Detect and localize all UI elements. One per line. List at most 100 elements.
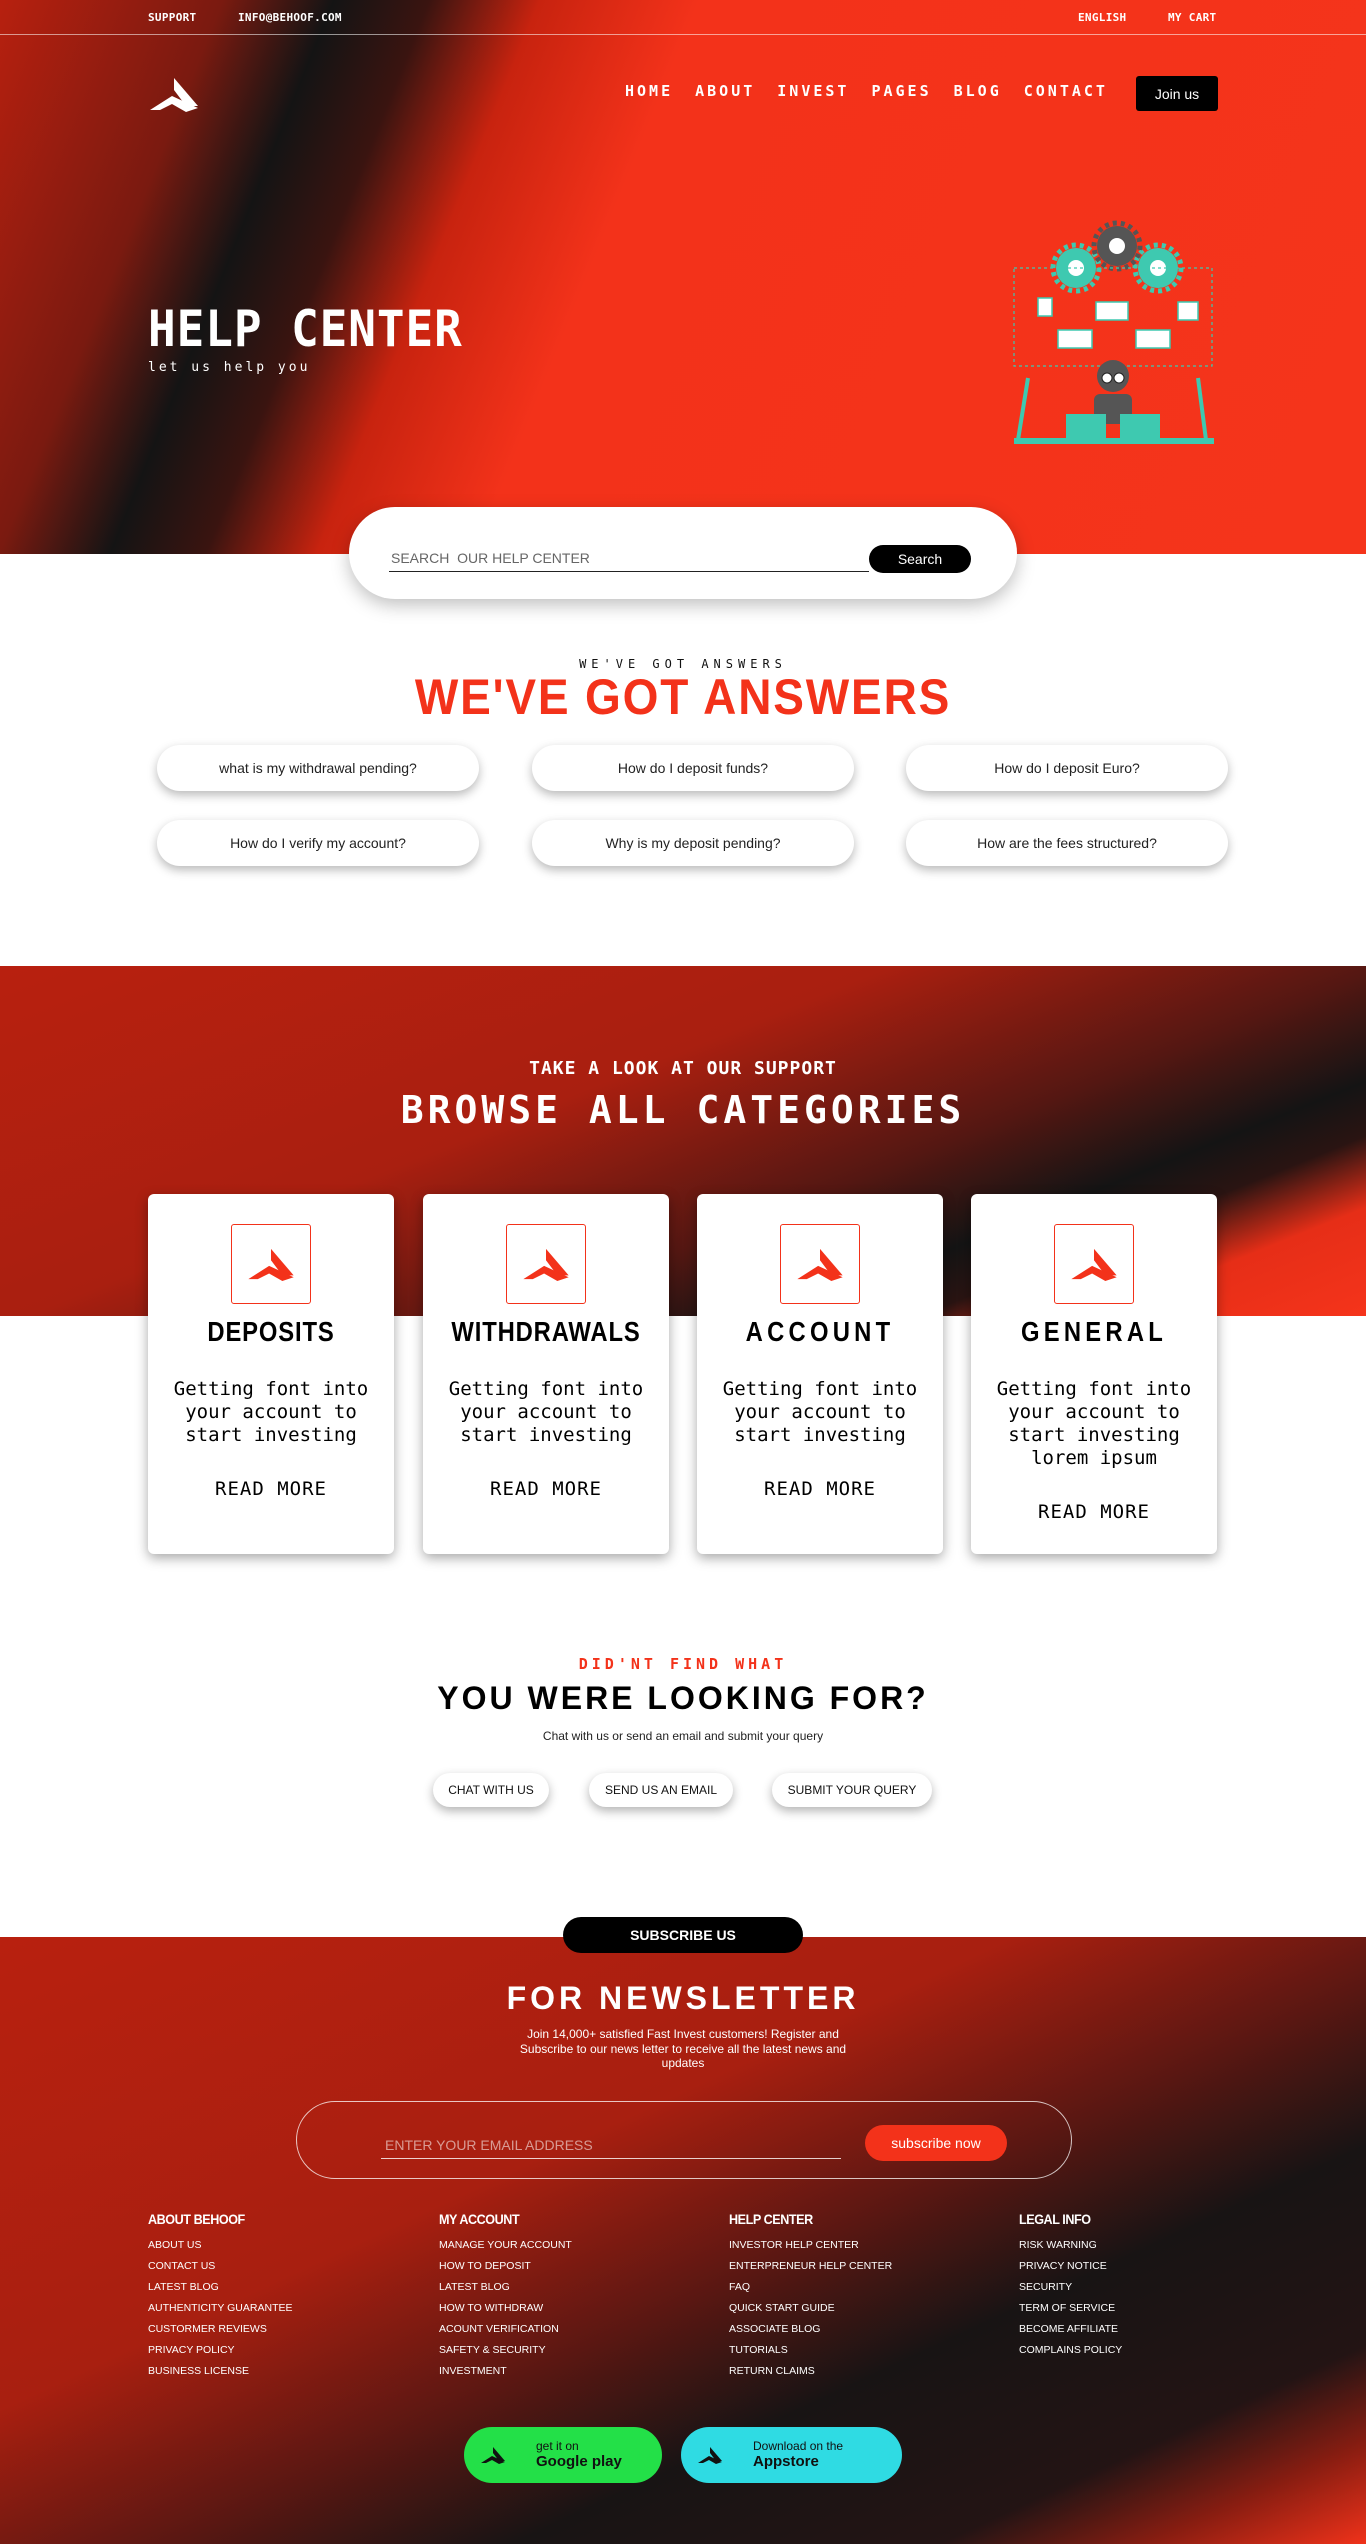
faq-question[interactable]: How do I verify my account? (157, 820, 479, 866)
behoof-logo-icon (248, 1248, 294, 1281)
main-nav: HOME ABOUT INVEST PAGES BLOG CONTACT (625, 82, 1130, 100)
footer-column-title: MY ACCOUNT (439, 2211, 520, 2227)
read-more-link[interactable]: READ MORE (148, 1478, 394, 1500)
category-icon-frame (780, 1224, 860, 1304)
search-button[interactable]: Search (869, 545, 971, 573)
faq-question[interactable]: How do I deposit funds? (532, 745, 854, 791)
footer-link[interactable]: BECOME AFFILIATE (1019, 2319, 1122, 2340)
footer-link[interactable]: BUSINESS LICENSE (148, 2361, 293, 2382)
behoof-logo-icon[interactable] (148, 76, 200, 112)
newsletter-form: subscribe now (296, 2101, 1072, 2179)
faq-question[interactable]: Why is my deposit pending? (532, 820, 854, 866)
read-more-link[interactable]: READ MORE (697, 1478, 943, 1500)
store-small-text: get it on (536, 2438, 579, 2453)
top-bar: SUPPORT INFO@BEHOOF.COM ENGLISH MY CART (0, 0, 1366, 35)
app-store-button[interactable]: Download on the Appstore (681, 2427, 902, 2483)
footer-link[interactable]: FAQ (729, 2277, 892, 2298)
nav-about[interactable]: ABOUT (695, 82, 755, 100)
categories-title: BROWSE ALL CATEGORIES (400, 1088, 966, 1132)
footer-column-title: ABOUT BEHOOF (148, 2211, 245, 2227)
footer-link[interactable]: MANAGE YOUR ACCOUNT (439, 2235, 572, 2256)
footer-link[interactable]: HOW TO WITHDRAW (439, 2298, 572, 2319)
footer-link[interactable]: CUSTORMER REVIEWS (148, 2319, 293, 2340)
chat-with-us-button[interactable]: CHAT WITH US (433, 1773, 549, 1807)
footer-column-help: HELP CENTER INVESTOR HELP CENTER ENTERPR… (729, 2211, 892, 2382)
category-description: Getting font into your account to start … (996, 1378, 1192, 1469)
category-title: WITHDRAWALS (451, 1316, 641, 1347)
category-title: DEPOSITS (207, 1316, 335, 1347)
category-card-general[interactable]: GENERAL Getting font into your account t… (971, 1194, 1217, 1554)
category-icon-frame (506, 1224, 586, 1304)
footer-link[interactable]: PRIVACY POLICY (148, 2340, 293, 2361)
footer-column-title: LEGAL INFO (1019, 2211, 1091, 2227)
footer-link[interactable]: ENTERPRENEUR HELP CENTER (729, 2256, 892, 2277)
store-small-text: Download on the (753, 2438, 844, 2453)
footer-column-account: MY ACCOUNT MANAGE YOUR ACCOUNT HOW TO DE… (439, 2211, 572, 2382)
read-more-link[interactable]: READ MORE (971, 1501, 1217, 1523)
store-name: Appstore (753, 2452, 819, 2470)
nav-invest[interactable]: INVEST (777, 82, 849, 100)
footer-link[interactable]: ASSOCIATE BLOG (729, 2319, 892, 2340)
footer-link[interactable]: RETURN CLAIMS (729, 2361, 892, 2382)
send-email-button[interactable]: SEND US AN EMAIL (589, 1773, 733, 1807)
footer-link[interactable]: CONTACT US (148, 2256, 293, 2277)
footer-link[interactable]: RISK WARNING (1019, 2235, 1122, 2256)
join-us-button[interactable]: Join us (1136, 76, 1218, 111)
subscribe-badge: SUBSCRIBE US (563, 1917, 803, 1953)
search-input[interactable] (389, 544, 869, 572)
footer-link[interactable]: TERM OF SERVICE (1019, 2298, 1122, 2319)
support-agent-illustration (1013, 220, 1214, 444)
footer-link[interactable]: TUTORIALS (729, 2340, 892, 2361)
category-description: Getting font into your account to start … (448, 1378, 644, 1446)
footer-link[interactable]: INVESTMENT (439, 2361, 572, 2382)
category-description: Getting font into your account to start … (173, 1378, 369, 1446)
footer-link[interactable]: ACOUNT VERIFICATION (439, 2319, 572, 2340)
category-card-withdrawals[interactable]: WITHDRAWALS Getting font into your accou… (423, 1194, 669, 1554)
nav-pages[interactable]: PAGES (871, 82, 931, 100)
footer-link[interactable]: LATEST BLOG (439, 2277, 572, 2298)
newsletter-description: Join 14,000+ satisfied Fast Invest custo… (519, 2027, 847, 2070)
hero-section: SUPPORT INFO@BEHOOF.COM ENGLISH MY CART … (0, 0, 1366, 554)
cart-link[interactable]: MY CART (1168, 11, 1216, 24)
footer-link[interactable]: SAFETY & SECURITY (439, 2340, 572, 2361)
category-card-deposits[interactable]: DEPOSITS Getting font into your account … (148, 1194, 394, 1554)
footer-link[interactable]: QUICK START GUIDE (729, 2298, 892, 2319)
not-found-title: YOU WERE LOOKING FOR? (437, 1680, 929, 1716)
nav-home[interactable]: HOME (625, 82, 673, 100)
category-title: ACCOUNT (745, 1316, 895, 1347)
footer-link[interactable]: SECURITY (1019, 2277, 1122, 2298)
category-card-account[interactable]: ACCOUNT Getting font into your account t… (697, 1194, 943, 1554)
faq-question[interactable]: what is my withdrawal pending? (157, 745, 479, 791)
footer-link[interactable]: AUTHENTICITY GUARANTEE (148, 2298, 293, 2319)
not-found-eyebrow: DID'NT FIND WHAT (578, 1655, 788, 1673)
categories-eyebrow: TAKE A LOOK AT OUR SUPPORT (529, 1058, 837, 1079)
faq-question[interactable]: How do I deposit Euro? (906, 745, 1228, 791)
footer-link[interactable]: PRIVACY NOTICE (1019, 2256, 1122, 2277)
footer-link[interactable]: LATEST BLOG (148, 2277, 293, 2298)
nav-contact[interactable]: CONTACT (1024, 82, 1108, 100)
google-play-button[interactable]: get it on Google play (464, 2427, 662, 2483)
faq-question[interactable]: How are the fees structured? (906, 820, 1228, 866)
answers-title: WE'VE GOT ANSWERS (414, 669, 952, 725)
behoof-logo-icon (1071, 1248, 1117, 1281)
language-selector[interactable]: ENGLISH (1078, 11, 1126, 24)
footer-link[interactable]: COMPLAINS POLICY (1019, 2340, 1122, 2361)
read-more-link[interactable]: READ MORE (423, 1478, 669, 1500)
category-description: Getting font into your account to start … (722, 1378, 918, 1446)
footer-link[interactable]: HOW TO DEPOSIT (439, 2256, 572, 2277)
behoof-logo-icon (698, 2447, 722, 2464)
subscribe-button[interactable]: subscribe now (865, 2125, 1007, 2161)
email-link[interactable]: INFO@BEHOOF.COM (238, 11, 342, 24)
footer-link[interactable]: ABOUT US (148, 2235, 293, 2256)
footer-link[interactable]: INVESTOR HELP CENTER (729, 2235, 892, 2256)
nav-blog[interactable]: BLOG (954, 82, 1002, 100)
support-link[interactable]: SUPPORT (148, 11, 196, 24)
category-title: GENERAL (1020, 1316, 1168, 1347)
behoof-logo-icon (481, 2447, 505, 2464)
help-search-bar: Search (349, 507, 1017, 599)
submit-query-button[interactable]: SUBMIT YOUR QUERY (772, 1773, 932, 1807)
footer-column-legal: LEGAL INFO RISK WARNING PRIVACY NOTICE S… (1019, 2211, 1122, 2361)
category-icon-frame (1054, 1224, 1134, 1304)
newsletter-email-input[interactable] (381, 2131, 841, 2159)
not-found-subtitle: Chat with us or send an email and submit… (542, 1729, 824, 1743)
